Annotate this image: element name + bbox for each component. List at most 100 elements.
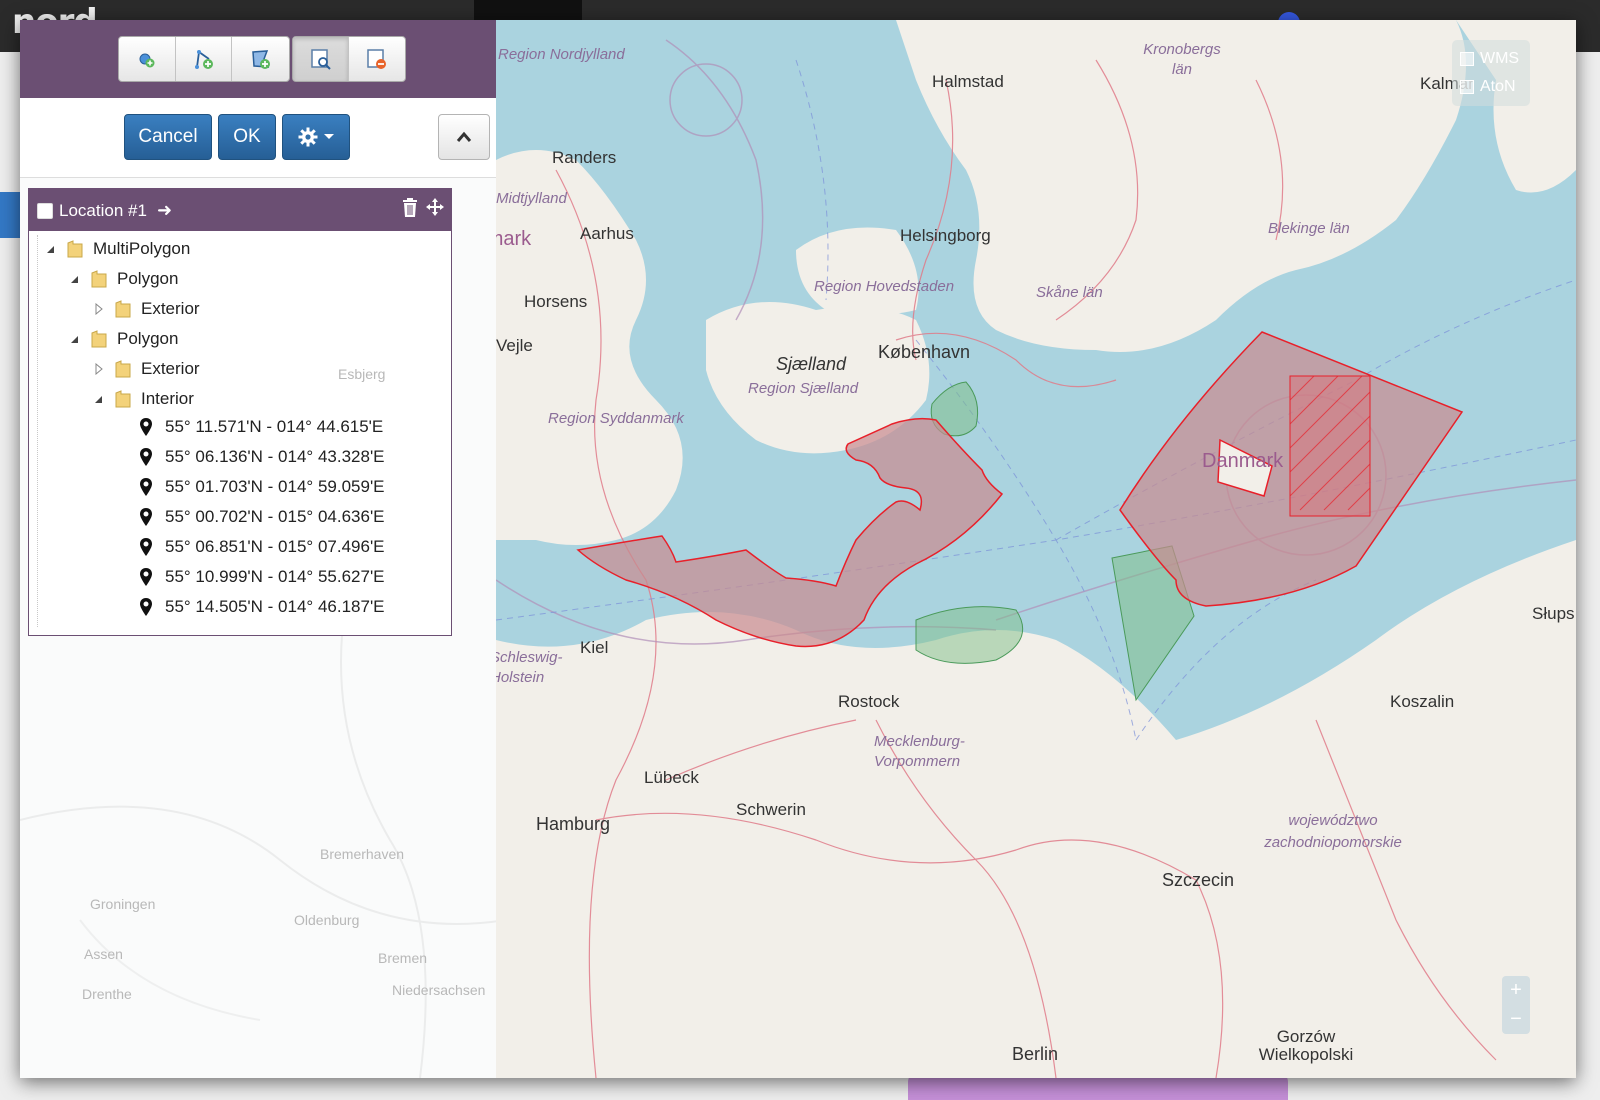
folder-icon [115, 390, 131, 408]
select-area-icon [310, 49, 331, 70]
layer-checkbox[interactable] [1460, 80, 1474, 94]
map-label-drenthe: Drenthe [82, 986, 132, 1002]
map-pin-icon [140, 448, 152, 466]
tree-node-label: MultiPolygon [93, 239, 191, 258]
move-icon[interactable] [425, 197, 445, 217]
background-nav-strip [0, 192, 20, 238]
layer-switcher: WMS AtoN [1452, 40, 1530, 106]
collapsed-triangle-icon [95, 363, 103, 375]
folder-icon [115, 360, 131, 378]
tree-node-label: Polygon [117, 269, 179, 288]
map-label-berlin: Berlin [1012, 1044, 1059, 1064]
coordinate-item[interactable]: 55° 06.136'N - 014° 43.328'E [139, 445, 385, 469]
coordinate-text: 55° 06.851'N - 015° 07.496'E [165, 537, 385, 556]
map-label-gorzow: Gorzów Wielkopolski [1258, 1027, 1354, 1064]
map-label-lubeck: Lübeck [644, 768, 699, 787]
gear-icon [298, 127, 318, 147]
coordinate-item[interactable]: 55° 06.851'N - 015° 07.496'E [139, 535, 385, 559]
tree-node-multipolygon[interactable]: MultiPolygon [45, 237, 190, 261]
map-pin-icon [140, 568, 152, 586]
zoom-in-button[interactable]: + [1502, 976, 1530, 1005]
draw-tools-group [118, 36, 290, 82]
map-label-kronobergs: Kronobergs län [1143, 41, 1221, 78]
expanded-triangle-icon [71, 276, 78, 283]
zoom-out-button[interactable]: − [1502, 1005, 1530, 1034]
coordinate-text: 55° 14.505'N - 014° 46.187'E [165, 597, 385, 616]
map-label-rostock: Rostock [838, 692, 900, 711]
add-polygon-icon [251, 50, 270, 69]
map-label-niedersachsen: Niedersachsen [392, 982, 486, 998]
map-label-esbjerg: Esbjerg [338, 366, 386, 382]
add-line-button[interactable] [176, 37, 233, 81]
add-polygon-button[interactable] [232, 37, 289, 81]
coordinate-text: 55° 00.702'N - 015° 04.636'E [165, 507, 385, 526]
map-pin-icon [140, 418, 152, 436]
map-pin-icon [140, 508, 152, 526]
layer-aton-toggle[interactable]: AtoN [1460, 76, 1516, 98]
map-label-nordjylland: Region Nordjylland [498, 46, 625, 63]
map-label-hovedstaden: Region Hovedstaden [814, 278, 955, 295]
location-editor-panel: Cancel OK Location #1 ➜ MultiPolygon Pol… [20, 20, 506, 1078]
map-label-schleswig: Schleswig-Holstein [496, 649, 563, 686]
location-card: Location #1 ➜ MultiPolygon Polygon Exter… [28, 188, 452, 636]
trash-icon[interactable] [401, 197, 419, 219]
coordinate-item[interactable]: 55° 00.702'N - 015° 04.636'E [139, 505, 385, 529]
remove-area-button[interactable] [349, 37, 405, 81]
location-checkbox[interactable] [37, 203, 53, 219]
arrow-right-icon[interactable]: ➜ [157, 200, 172, 221]
coordinate-item[interactable]: 55° 01.703'N - 014° 59.059'E [139, 475, 385, 499]
folder-icon [115, 300, 131, 318]
expanded-triangle-icon [95, 396, 102, 403]
map-label-aarhus: Aarhus [580, 224, 634, 243]
layer-wms-toggle[interactable]: WMS [1460, 48, 1519, 70]
map-pin-icon [140, 598, 152, 616]
layer-checkbox[interactable] [1460, 52, 1474, 66]
map-label-danmark-west: Danmark [496, 228, 532, 250]
map-canvas[interactable]: Region Nordjylland Halmstad Kronobergs l… [496, 20, 1576, 1078]
map-label-skane: Skåne län [1036, 284, 1103, 301]
chevron-up-icon [456, 131, 472, 142]
collapse-panel-button[interactable] [438, 114, 490, 160]
map-label-hamburg: Hamburg [536, 814, 611, 834]
settings-dropdown-button[interactable] [282, 114, 350, 160]
map-label-midtjylland: Midtjylland [496, 190, 567, 207]
tree-node-polygon-2[interactable]: Polygon [69, 327, 178, 351]
map-label-sjaelland: Sjælland [776, 354, 847, 374]
map-label-horsens: Horsens [524, 292, 588, 311]
collapsed-triangle-icon [95, 303, 103, 315]
tree-node-label: Exterior [141, 359, 200, 378]
select-area-button[interactable] [293, 37, 350, 81]
layer-label: AtoN [1480, 78, 1516, 95]
add-point-icon [139, 53, 155, 68]
tree-node-label: Exterior [141, 299, 200, 318]
cancel-button[interactable]: Cancel [124, 114, 212, 160]
coordinate-item[interactable]: 55° 14.505'N - 014° 46.187'E [139, 595, 385, 619]
map-label-zachodniopomorskie: województwo zachodniopomorskie [1264, 812, 1402, 851]
map-label-kobenhavn: København [878, 342, 971, 362]
ok-button[interactable]: OK [218, 114, 276, 160]
drawing-toolbar [20, 20, 505, 98]
layer-label: WMS [1480, 50, 1520, 67]
map-label-helsingborg: Helsingborg [900, 226, 991, 245]
map-label-halmstad: Halmstad [932, 72, 1004, 91]
tree-node-exterior-2[interactable]: Exterior [93, 357, 200, 381]
add-line-icon [194, 50, 213, 69]
map-label-assen: Assen [84, 946, 123, 962]
map-pin-icon [140, 478, 152, 496]
view-tools-group [292, 36, 406, 82]
location-editor-dialog: Cancel OK Location #1 ➜ MultiPolygon Pol… [20, 20, 1576, 1078]
tree-node-exterior-1[interactable]: Exterior [93, 297, 200, 321]
coordinate-item[interactable]: 55° 10.999'N - 014° 55.627'E [139, 565, 385, 589]
map-label-syddanmark: Region Syddanmark [548, 410, 684, 427]
map-label-region-sjaelland: Region Sjælland [748, 380, 859, 397]
expanded-triangle-icon [47, 246, 54, 253]
tree-node-interior[interactable]: Interior [93, 387, 194, 411]
map-label-danmark-bornholm: Danmark [1202, 450, 1284, 472]
tree-node-polygon-1[interactable]: Polygon [69, 267, 178, 291]
folder-icon [91, 330, 107, 348]
coordinate-item[interactable]: 55° 11.571'N - 014° 44.615'E [139, 415, 383, 439]
map-label-oldenburg: Oldenburg [294, 912, 360, 928]
tree-node-label: Interior [141, 389, 194, 408]
folder-icon [91, 270, 107, 288]
add-point-button[interactable] [119, 37, 176, 81]
